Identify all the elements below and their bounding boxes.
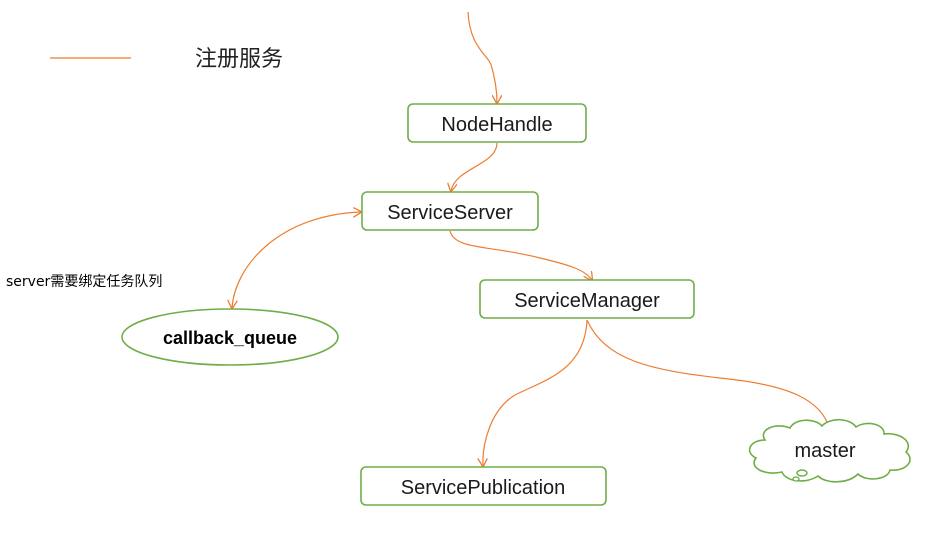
- edge-serviceserver-callbackqueue: [232, 212, 361, 308]
- diagram-canvas: 注册服务 server需要绑定任务队列 NodeHandle ServiceSe…: [6, 11, 911, 506]
- edge-serviceserver-to-servicemanager: [449, 230, 592, 280]
- node-serviceserver-label: ServiceServer: [387, 202, 513, 224]
- node-callback-queue-label: callback_queue: [163, 328, 297, 348]
- cloud-puff-small: [792, 476, 800, 482]
- node-serviceserver: ServiceServer: [361, 191, 539, 231]
- node-master-label: master: [794, 440, 855, 462]
- node-nodehandle-label: NodeHandle: [441, 114, 552, 136]
- node-callback-queue: callback_queue: [121, 308, 339, 366]
- edge-servicemanager-to-servicepublication: [483, 319, 588, 466]
- node-master-cloud: master: [748, 418, 911, 483]
- node-nodehandle: NodeHandle: [407, 103, 587, 143]
- legend-label: 注册服务: [195, 47, 283, 72]
- note-text: server需要绑定任务队列: [6, 274, 162, 290]
- edge-nodehandle-to-serviceserver: [451, 142, 498, 191]
- node-servicemanager-label: ServiceManager: [514, 290, 660, 312]
- edge-entry-to-nodehandle: [467, 11, 497, 103]
- edge-servicemanager-to-master: [586, 319, 830, 430]
- node-servicemanager: ServiceManager: [479, 279, 695, 319]
- node-servicepublication: ServicePublication: [360, 466, 607, 506]
- cloud-puff-large: [796, 469, 808, 477]
- node-servicepublication-label: ServicePublication: [401, 477, 566, 499]
